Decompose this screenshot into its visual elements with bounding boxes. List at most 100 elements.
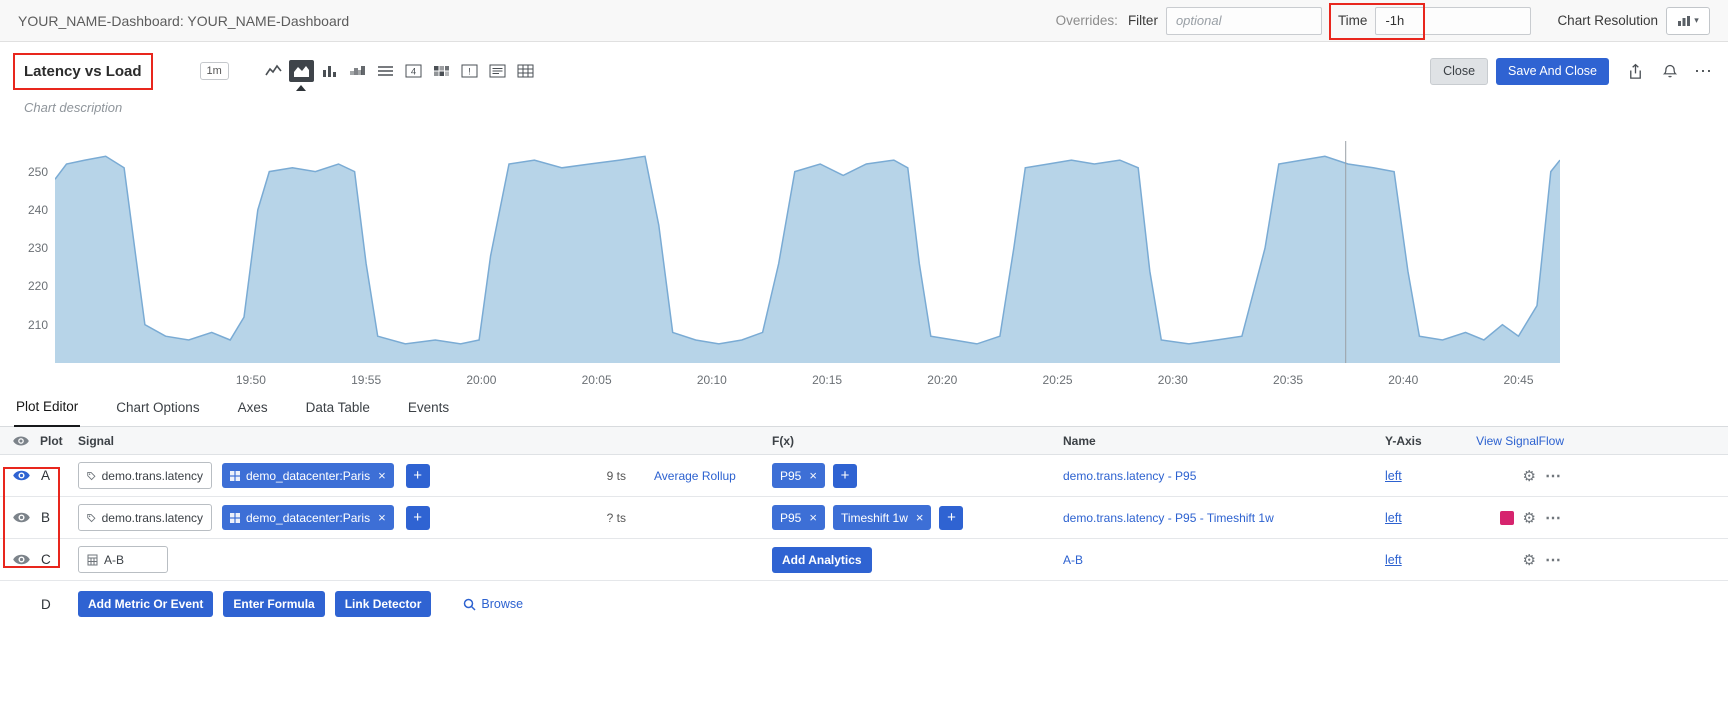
analytics-chip-label: P95	[780, 511, 801, 525]
visibility-eye-icon[interactable]	[13, 470, 30, 481]
x-axis-tick: 20:35	[1264, 373, 1312, 387]
gear-icon[interactable]: ⚙	[1523, 551, 1536, 569]
signal-input[interactable]: demo.trans.latency	[78, 462, 212, 489]
remove-icon[interactable]: ×	[916, 510, 924, 525]
column-chart-icon[interactable]	[317, 60, 342, 82]
gear-icon[interactable]: ⚙	[1523, 467, 1536, 485]
browse-link[interactable]: Browse	[463, 597, 523, 611]
save-and-close-button[interactable]: Save And Close	[1496, 58, 1609, 85]
more-icon[interactable]: ⋯	[1694, 66, 1712, 76]
formula-input[interactable]: A-B	[78, 546, 168, 573]
view-signalflow-link[interactable]: View SignalFlow	[1476, 434, 1566, 448]
remove-icon[interactable]: ×	[809, 510, 817, 525]
list-chart-icon[interactable]	[373, 60, 398, 82]
row-more-icon[interactable]: ⋯	[1545, 466, 1562, 486]
tab-chart-options[interactable]: Chart Options	[114, 400, 201, 426]
rollup-link[interactable]: Average Rollup	[654, 469, 758, 483]
filter-chip-label: demo_datacenter:Paris	[246, 511, 370, 525]
plus-icon: +	[947, 510, 956, 525]
analytics-chip[interactable]: P95 ×	[772, 505, 825, 530]
dimension-grid-icon	[230, 513, 240, 523]
plot-cell-c: C	[0, 552, 64, 567]
table-chart-icon[interactable]	[513, 60, 538, 82]
tab-axes[interactable]: Axes	[236, 400, 270, 426]
visibility-eye-icon[interactable]	[13, 512, 30, 523]
tab-events[interactable]: Events	[406, 400, 451, 426]
chart-area: 21022023024025019:5019:5520:0020:0520:10…	[0, 121, 1728, 389]
enter-formula-button[interactable]: Enter Formula	[223, 591, 324, 617]
plot-name-link[interactable]: A-B	[1063, 553, 1083, 567]
row-more-icon[interactable]: ⋯	[1545, 550, 1562, 570]
remove-icon[interactable]: ×	[378, 510, 386, 525]
plot-row-b: B demo.trans.latency demo_datacenter:Par…	[0, 497, 1728, 539]
add-analytics-button[interactable]: +	[939, 506, 963, 530]
add-metric-or-event-button[interactable]: Add Metric Or Event	[78, 591, 213, 617]
visibility-eye-icon[interactable]	[13, 554, 30, 565]
plus-icon: +	[413, 510, 422, 525]
area-chart-icon[interactable]	[289, 60, 314, 82]
search-icon	[463, 598, 476, 611]
metric-tag-icon	[87, 470, 96, 482]
tab-data-table[interactable]: Data Table	[304, 400, 372, 426]
analytics-chip[interactable]: Timeshift 1w ×	[833, 505, 932, 530]
y-axis-tick: 210	[12, 318, 48, 332]
gear-icon[interactable]: ⚙	[1523, 509, 1536, 527]
plus-icon: +	[413, 468, 422, 483]
text-chart-icon[interactable]	[485, 60, 510, 82]
x-axis-tick: 19:55	[342, 373, 390, 387]
x-axis-tick: 20:20	[918, 373, 966, 387]
chart-description[interactable]: Chart description	[24, 100, 1728, 115]
overrides-label: Overrides:	[1056, 13, 1118, 28]
event-feed-icon[interactable]: !	[457, 60, 482, 82]
chart-title[interactable]: Latency vs Load	[24, 63, 142, 80]
plot-name-link[interactable]: demo.trans.latency - P95	[1063, 469, 1196, 483]
time-input[interactable]	[1375, 7, 1531, 35]
close-button[interactable]: Close	[1430, 58, 1488, 85]
histogram-icon[interactable]	[345, 60, 370, 82]
chart-resolution-dropdown[interactable]: ▾	[1666, 7, 1710, 35]
plot-name-link[interactable]: demo.trans.latency - P95 - Timeshift 1w	[1063, 511, 1274, 525]
bell-icon[interactable]	[1662, 63, 1678, 80]
ts-count: ? ts	[586, 511, 626, 525]
link-detector-button[interactable]: Link Detector	[335, 591, 432, 617]
chart-toolbar: Latency vs Load 1m 4 ! Close Save And Cl…	[0, 42, 1728, 90]
dashboard-title: YOUR_NAME-Dashboard: YOUR_NAME-Dashboard	[18, 13, 349, 29]
plot-label: D	[41, 597, 51, 612]
latency-area-chart[interactable]	[55, 141, 1560, 363]
heatmap-icon[interactable]	[429, 60, 454, 82]
signal-column-header: Signal	[64, 434, 772, 448]
time-label: Time	[1338, 13, 1368, 28]
line-chart-icon[interactable]	[261, 60, 286, 82]
add-analytics-button[interactable]: Add Analytics	[772, 547, 872, 573]
toggle-all-visibility-eye-icon[interactable]	[13, 436, 29, 446]
row-more-icon[interactable]: ⋯	[1545, 508, 1562, 528]
plot-cell-b: B	[0, 510, 64, 525]
remove-icon[interactable]: ×	[378, 468, 386, 483]
x-axis-tick: 20:30	[1149, 373, 1197, 387]
filter-chip[interactable]: demo_datacenter:Paris ×	[222, 463, 394, 488]
share-icon[interactable]	[1627, 63, 1644, 80]
analytics-chip[interactable]: P95 ×	[772, 463, 825, 488]
plot-cell-d: D	[0, 597, 64, 612]
x-axis-tick: 20:25	[1034, 373, 1082, 387]
yaxis-link[interactable]: left	[1385, 511, 1402, 525]
add-filter-button[interactable]: +	[406, 464, 430, 488]
yaxis-link[interactable]: left	[1385, 553, 1402, 567]
remove-icon[interactable]: ×	[809, 468, 817, 483]
calculator-icon	[87, 554, 98, 566]
filter-input[interactable]	[1166, 7, 1322, 35]
yaxis-link[interactable]: left	[1385, 469, 1402, 483]
add-analytics-button[interactable]: +	[833, 464, 857, 488]
area-series	[55, 156, 1560, 363]
plot-cell-a: A	[0, 468, 64, 483]
add-filter-button[interactable]: +	[406, 506, 430, 530]
plot-color-swatch[interactable]	[1500, 511, 1514, 525]
x-axis-tick: 19:50	[227, 373, 275, 387]
plus-icon: +	[841, 468, 850, 483]
single-value-icon[interactable]: 4	[401, 60, 426, 82]
tab-plot-editor[interactable]: Plot Editor	[14, 399, 80, 427]
x-axis-tick: 20:00	[457, 373, 505, 387]
formula-value: A-B	[104, 553, 124, 567]
signal-input[interactable]: demo.trans.latency	[78, 504, 212, 531]
filter-chip[interactable]: demo_datacenter:Paris ×	[222, 505, 394, 530]
